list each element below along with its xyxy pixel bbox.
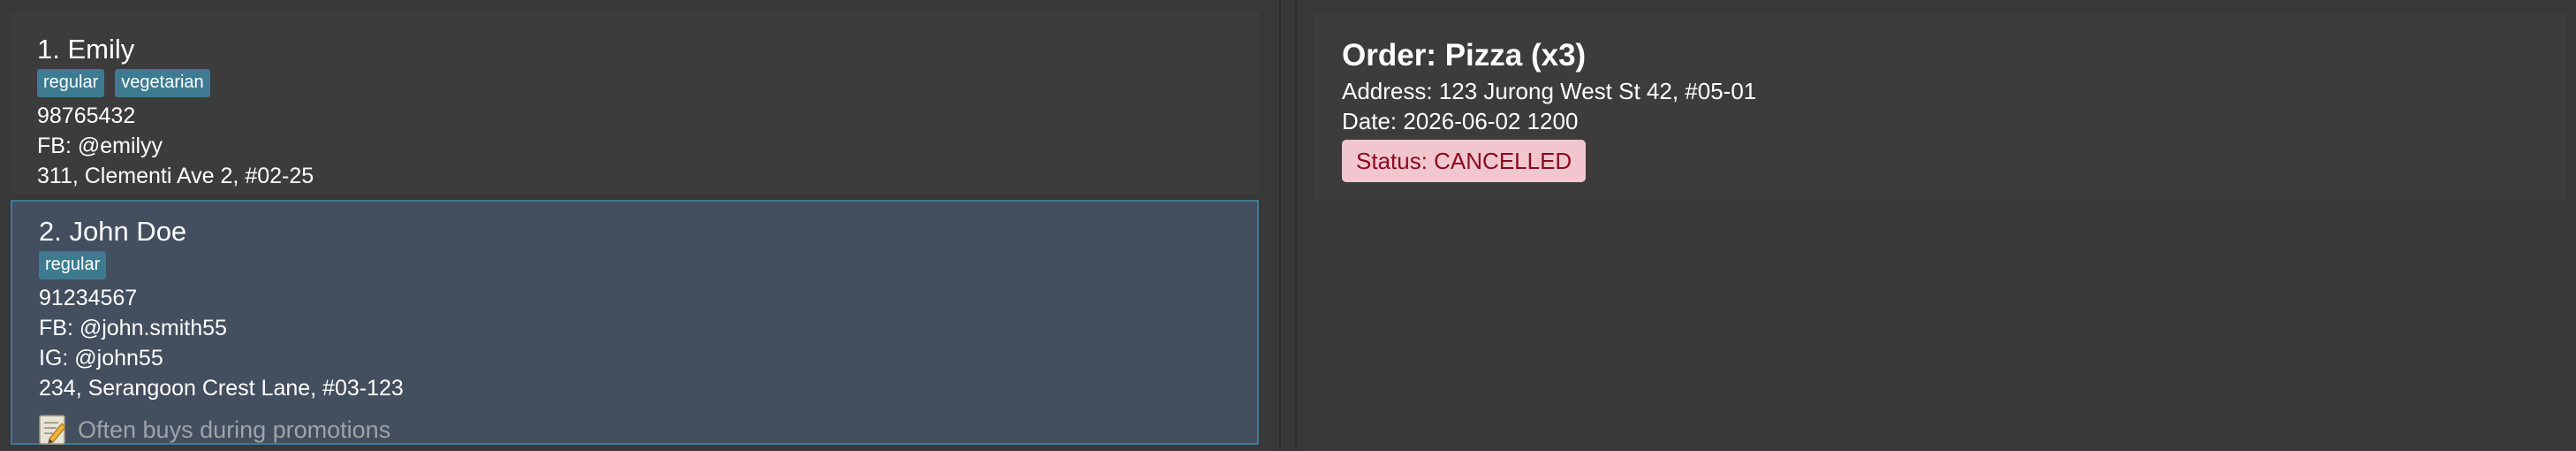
person-tags: regular vegetarian: [37, 69, 1259, 97]
status-badge: Status: CANCELLED: [1342, 140, 1587, 182]
person-tags: regular: [39, 251, 1257, 279]
person-facebook: FB: @john.smith55: [39, 316, 227, 340]
tag-regular: regular: [39, 251, 107, 279]
person-card-emily[interactable]: 1. Emily regular vegetarian 98765432 FB:…: [11, 12, 1259, 195]
order-title: Order: Pizza (x3): [1342, 38, 1587, 73]
order-date: Date: 2026-06-02 1200: [1342, 108, 1579, 134]
order-address: Address: 123 Jurong West St 42, #05-01: [1342, 78, 1757, 104]
person-facebook: FB: @emilyy: [37, 134, 163, 158]
memo-icon: [39, 415, 67, 445]
note-text: Often buys during promotions: [78, 416, 391, 443]
person-note: Often buys during promotions: [39, 412, 1257, 447]
person-card-john-doe-selected[interactable]: 2. John Doe regular 91234567 FB: @john.s…: [11, 200, 1259, 445]
order-list-panel[interactable]: Order: Pizza (x3) Address: 123 Jurong We…: [1299, 0, 2576, 451]
person-list-panel[interactable]: 1. Emily regular vegetarian 98765432 FB:…: [0, 0, 1269, 451]
person-address: 311, Clementi Ave 2, #02-25: [37, 164, 314, 188]
person-name: 2. John Doe: [39, 216, 187, 247]
divider-line: [1279, 0, 1281, 451]
tag-regular: regular: [37, 69, 105, 97]
tag-vegetarian: vegetarian: [115, 69, 210, 97]
order-card[interactable]: Order: Pizza (x3) Address: 123 Jurong We…: [1314, 14, 2566, 201]
divider-line: [1295, 0, 1297, 451]
person-name: 1. Emily: [37, 34, 135, 65]
split-divider[interactable]: [1269, 0, 1296, 451]
person-instagram: IG: @john55: [39, 346, 163, 371]
person-phone: 91234567: [39, 286, 138, 310]
person-phone: 98765432: [37, 103, 136, 128]
app-window: 1. Emily regular vegetarian 98765432 FB:…: [0, 0, 2576, 451]
person-address: 234, Serangoon Crest Lane, #03-123: [39, 376, 404, 401]
